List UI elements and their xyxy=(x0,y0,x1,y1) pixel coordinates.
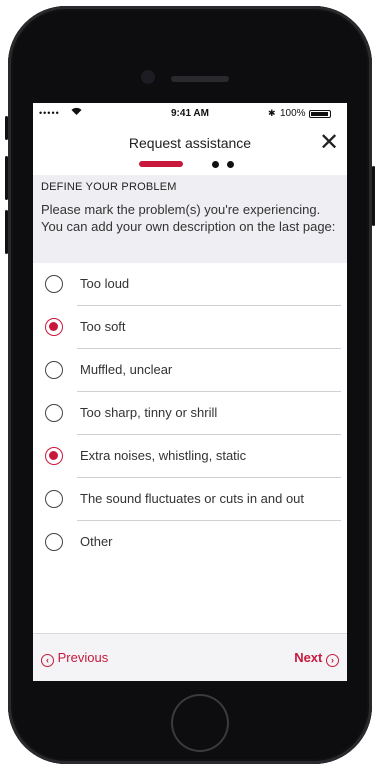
problem-option[interactable]: Extra noises, whistling, static xyxy=(33,435,347,478)
battery-icon xyxy=(309,110,331,118)
mute-switch xyxy=(5,116,8,140)
power-button xyxy=(372,166,375,226)
problem-option-label: Other xyxy=(80,534,113,549)
problem-option-label: Muffled, unclear xyxy=(80,362,173,377)
radio-checked-icon[interactable] xyxy=(45,447,63,465)
chevron-right-circle-icon: › xyxy=(326,654,339,667)
problem-option[interactable]: Other xyxy=(33,521,347,564)
next-label: Next xyxy=(294,650,323,665)
problem-option-label: Too soft xyxy=(80,319,126,334)
front-camera xyxy=(141,70,155,84)
instructions-panel: DEFINE YOUR PROBLEM Please mark the prob… xyxy=(33,175,347,263)
section-heading: DEFINE YOUR PROBLEM xyxy=(41,181,177,193)
next-button[interactable]: Next › xyxy=(294,650,339,667)
header: Request assistance ✕ xyxy=(33,125,347,175)
problem-option[interactable]: Too loud xyxy=(33,263,347,306)
battery-percentage: 100% xyxy=(280,108,306,119)
problem-option-label: Too loud xyxy=(80,276,130,291)
chevron-left-circle-icon: ‹ xyxy=(41,654,54,667)
step-3-dot xyxy=(227,161,234,168)
status-bar: ••••• 9:41 AM ✱ 100% xyxy=(33,103,347,125)
previous-label: Previous xyxy=(57,650,109,665)
radio-unchecked-icon[interactable] xyxy=(45,275,63,293)
volume-down-button xyxy=(5,210,8,254)
radio-checked-icon[interactable] xyxy=(45,318,63,336)
problem-option-label: Extra noises, whistling, static xyxy=(80,448,247,463)
bluetooth-icon: ✱ xyxy=(268,108,276,118)
earpiece-speaker xyxy=(171,76,229,82)
step-indicator xyxy=(33,159,347,169)
close-icon[interactable]: ✕ xyxy=(316,130,342,156)
previous-button[interactable]: ‹ Previous xyxy=(41,650,108,667)
problem-option[interactable]: Muffled, unclear xyxy=(33,349,347,392)
problem-option[interactable]: Too sharp, tinny or shrill xyxy=(33,392,347,435)
problem-option[interactable]: The sound fluctuates or cuts in and out xyxy=(33,478,347,521)
footer-nav: ‹ Previous Next › xyxy=(33,633,347,681)
home-button[interactable] xyxy=(171,694,229,752)
radio-unchecked-icon[interactable] xyxy=(45,361,63,379)
problem-option-label: Too sharp, tinny or shrill xyxy=(80,405,218,420)
radio-unchecked-icon[interactable] xyxy=(45,404,63,422)
app-screen: ••••• 9:41 AM ✱ 100% Request assistance … xyxy=(33,103,347,681)
problem-options-list: Too loud Too soft Muffled, unclear Too shar… xyxy=(33,263,347,564)
step-1-active xyxy=(139,161,183,167)
step-2-dot xyxy=(212,161,219,168)
volume-up-button xyxy=(5,156,8,200)
problem-option-label: The sound fluctuates or cuts in and out xyxy=(80,491,305,506)
radio-unchecked-icon[interactable] xyxy=(45,490,63,508)
problem-option[interactable]: Too soft xyxy=(33,306,347,349)
section-description: Please mark the problem(s) you're experi… xyxy=(41,202,336,234)
page-title: Request assistance xyxy=(128,135,252,151)
radio-unchecked-icon[interactable] xyxy=(45,533,63,551)
